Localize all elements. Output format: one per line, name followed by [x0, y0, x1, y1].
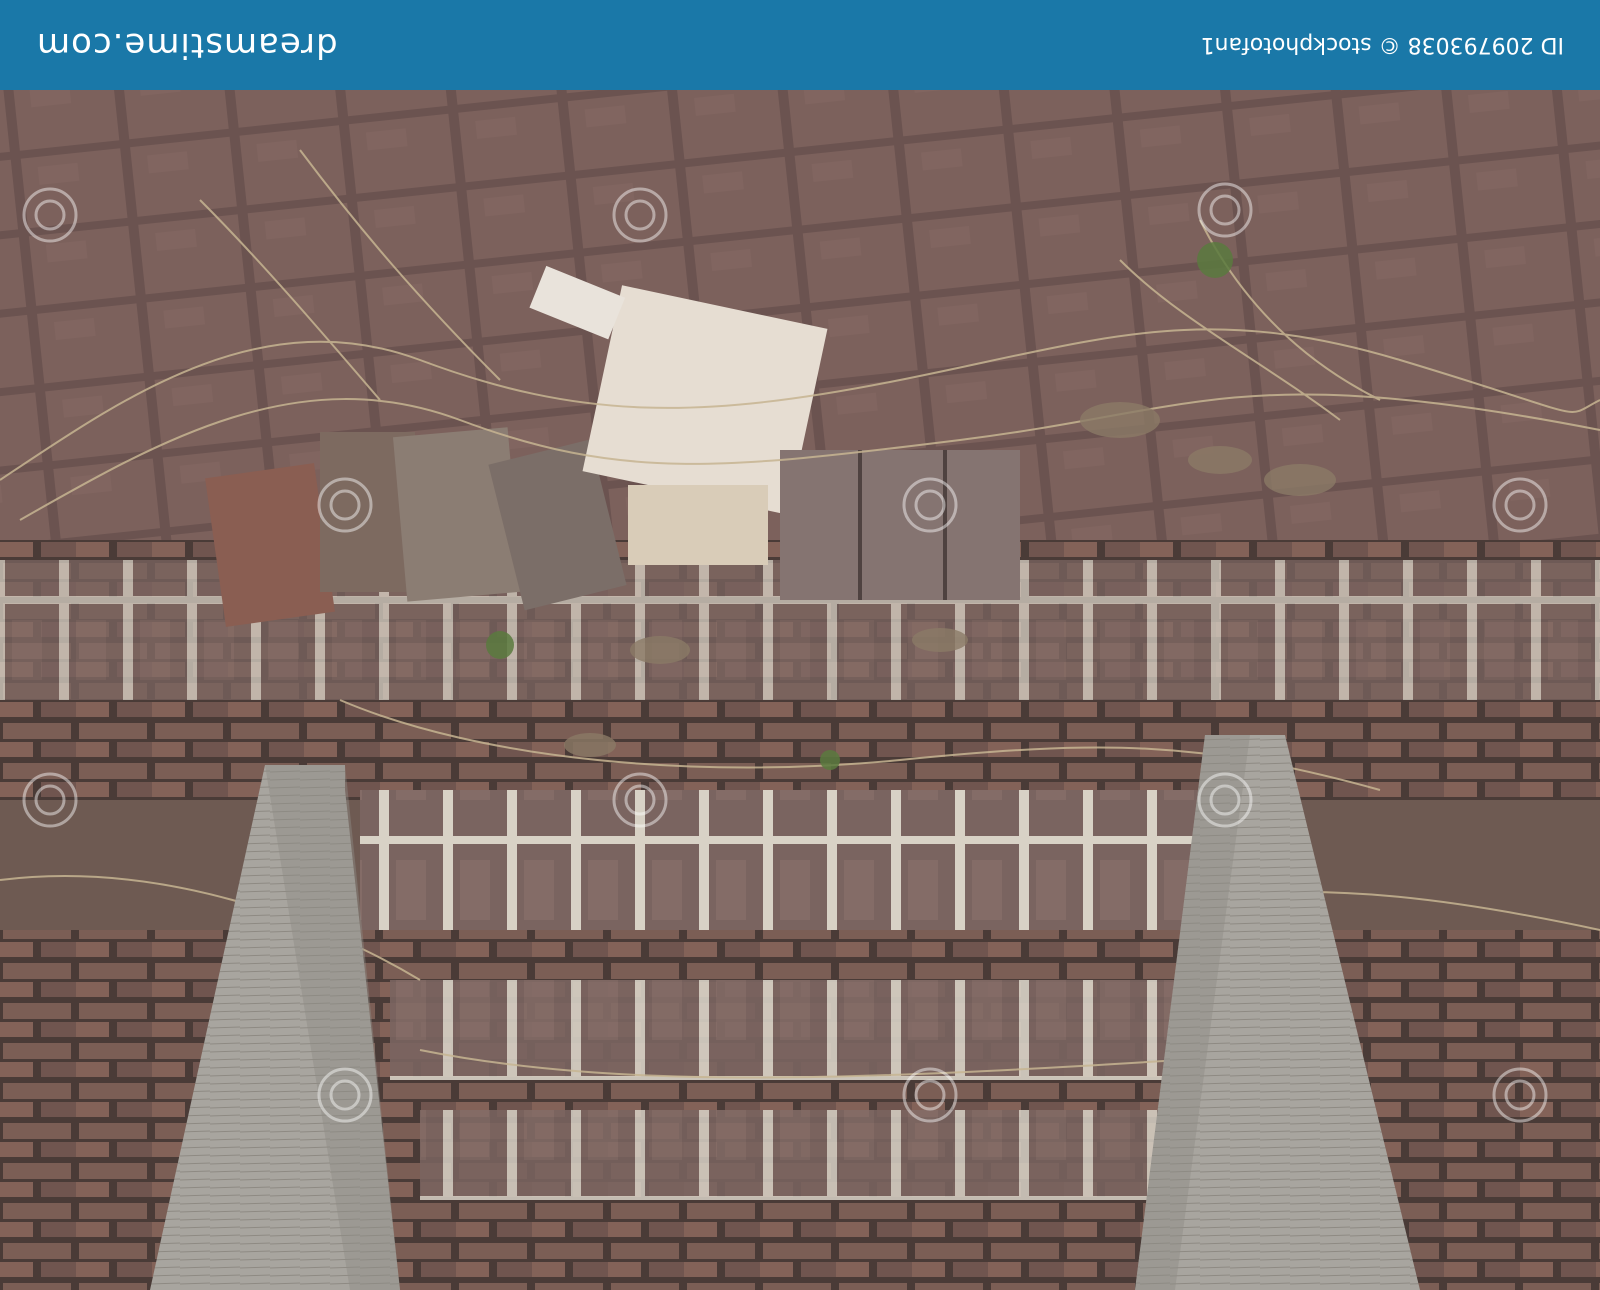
- watermark-banner: ID 209793038 © stockphotofan1 dreamstime…: [0, 0, 1600, 90]
- image-credit: ID 209793038 © stockphotofan1: [1200, 32, 1564, 58]
- photo-scene: [0, 90, 1600, 1290]
- brand-logo-text: dreamstime.com: [36, 25, 338, 65]
